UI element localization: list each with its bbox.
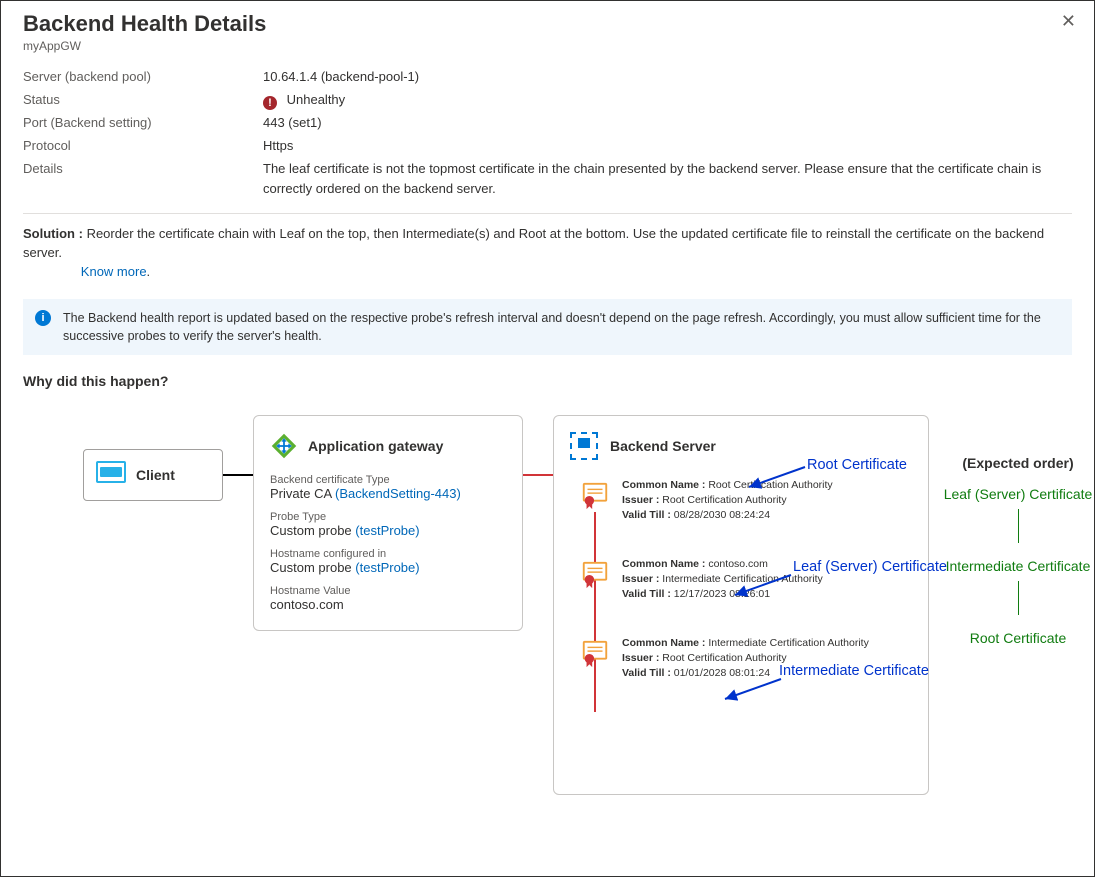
backend-server-icon <box>570 432 598 460</box>
backend-health-panel: ✕ Backend Health Details myAppGW Server … <box>0 0 1095 877</box>
kv-label: Port (Backend setting) <box>23 113 263 133</box>
app-gateway-icon <box>270 432 298 460</box>
test-probe-link-1[interactable]: (testProbe) <box>355 523 419 538</box>
solution-text: Reorder the certificate chain with Leaf … <box>23 226 1044 260</box>
resource-subtitle: myAppGW <box>23 39 1072 53</box>
expected-item-1: Intermediate Certificate <box>943 557 1093 575</box>
kv-server: Server (backend pool) 10.64.1.4 (backend… <box>23 67 1072 87</box>
agw-host-val-label: Hostname Value <box>270 585 506 597</box>
arrow-root-icon <box>743 465 813 495</box>
agw-cert-type-value: Private CA (BackendSetting-443) <box>270 486 506 501</box>
annot-intermediate-text: Intermediate Certificate <box>779 663 929 679</box>
expected-item-0: Leaf (Server) Certificate <box>943 485 1093 503</box>
info-text: The Backend health report is updated bas… <box>63 311 1041 343</box>
kv-details: Details The leaf certificate is not the … <box>23 159 1072 199</box>
certificate-icon <box>580 638 610 673</box>
annot-leaf: Leaf (Server) Certificate <box>793 559 947 576</box>
agw-host-cfg-label: Hostname configured in <box>270 548 506 560</box>
kv-label: Protocol <box>23 136 263 156</box>
kv-value: Https <box>263 136 1072 156</box>
info-banner: i The Backend health report is updated b… <box>23 299 1072 355</box>
solution-block: Solution : Reorder the certificate chain… <box>23 224 1072 281</box>
diagram: Client Application gateway Backend certi… <box>23 409 1072 839</box>
connector-agw-bks <box>523 474 553 476</box>
kv-label: Server (backend pool) <box>23 67 263 87</box>
know-more-link[interactable]: Know more <box>81 264 147 279</box>
agw-title: Application gateway <box>308 438 443 454</box>
bks-title: Backend Server <box>610 438 716 454</box>
close-icon[interactable]: ✕ <box>1061 11 1076 32</box>
kv-value: 443 (set1) <box>263 113 1072 133</box>
separator <box>23 213 1072 214</box>
expected-item-2: Root Certificate <box>943 629 1093 647</box>
kv-status: Status ! Unhealthy <box>23 90 1072 110</box>
agw-host-val-value: contoso.com <box>270 597 506 612</box>
connector-client-agw <box>223 474 253 476</box>
solution-label: Solution : <box>23 226 83 241</box>
kv-value: ! Unhealthy <box>263 90 1072 110</box>
client-icon <box>94 461 128 489</box>
agw-probe-type-value: Custom probe (testProbe) <box>270 523 506 538</box>
agw-host-cfg-value: Custom probe (testProbe) <box>270 560 506 575</box>
kv-label: Status <box>23 90 263 110</box>
why-heading: Why did this happen? <box>23 373 1072 389</box>
arrow-leaf-icon <box>729 573 799 603</box>
expected-connector <box>1018 581 1019 615</box>
expected-order-column: (Expected order) Leaf (Server) Certifica… <box>943 455 1093 647</box>
kv-label: Details <box>23 159 263 199</box>
agw-cert-type-text: Private CA <box>270 486 331 501</box>
status-text: Unhealthy <box>287 92 346 107</box>
agw-probe-type-text: Custom probe <box>270 523 352 538</box>
expected-connector <box>1018 509 1019 543</box>
unhealthy-icon: ! <box>263 96 277 110</box>
test-probe-link-2[interactable]: (testProbe) <box>355 560 419 575</box>
annot-root: Root Certificate <box>807 457 907 473</box>
client-label: Client <box>136 467 175 483</box>
app-gateway-card: Application gateway Backend certificate … <box>253 415 523 631</box>
cert-chain-line <box>594 512 596 712</box>
annot-leaf-text: Leaf (Server) Certificate <box>793 559 947 575</box>
agw-probe-type-label: Probe Type <box>270 511 506 523</box>
client-node: Client <box>83 449 223 501</box>
kv-port: Port (Backend setting) 443 (set1) <box>23 113 1072 133</box>
info-icon: i <box>35 310 51 326</box>
certificate-icon <box>580 480 610 515</box>
agw-host-cfg-text: Custom probe <box>270 560 352 575</box>
certificate-icon <box>580 559 610 594</box>
kv-value: The leaf certificate is not the topmost … <box>263 159 1072 199</box>
agw-cert-type-label: Backend certificate Type <box>270 474 506 486</box>
kv-protocol: Protocol Https <box>23 136 1072 156</box>
backend-setting-link[interactable]: (BackendSetting-443) <box>335 486 461 501</box>
expected-header: (Expected order) <box>943 455 1093 471</box>
kv-value: 10.64.1.4 (backend-pool-1) <box>263 67 1072 87</box>
annot-intermediate: Intermediate Certificate <box>779 663 929 680</box>
arrow-intermediate-icon <box>719 677 789 707</box>
page-title: Backend Health Details <box>23 11 1072 37</box>
